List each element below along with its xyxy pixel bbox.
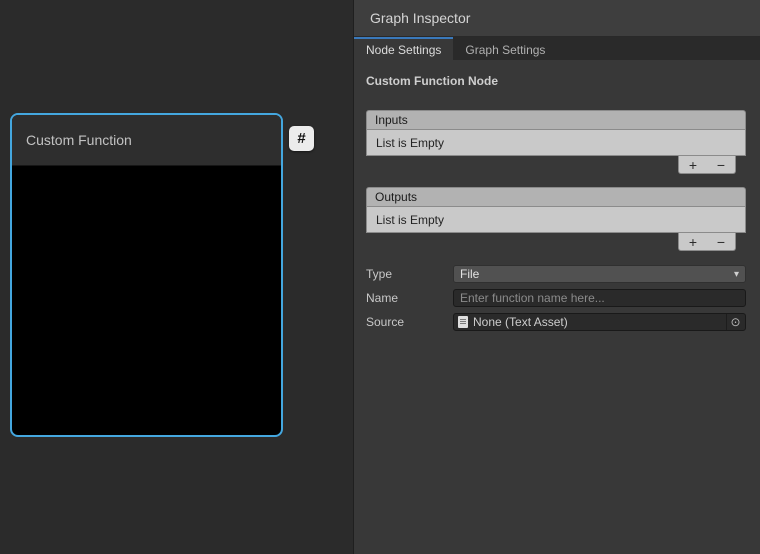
inputs-list: Inputs List is Empty + − bbox=[366, 110, 746, 176]
inspector-title: Graph Inspector bbox=[370, 10, 470, 26]
hash-glyph: # bbox=[297, 130, 305, 147]
type-dropdown-value: File bbox=[460, 267, 734, 281]
inspector-header[interactable]: Graph Inspector bbox=[354, 0, 760, 37]
hash-badge-icon[interactable]: # bbox=[289, 126, 314, 151]
outputs-list-body: List is Empty bbox=[366, 207, 746, 233]
field-rows: Type File ▾ Name Source None (Text Asset… bbox=[366, 265, 746, 331]
source-label: Source bbox=[366, 315, 453, 329]
text-asset-icon bbox=[458, 316, 468, 328]
type-dropdown[interactable]: File ▾ bbox=[453, 265, 746, 283]
node-title: Custom Function bbox=[26, 132, 132, 148]
function-name-input[interactable] bbox=[453, 289, 746, 307]
source-field-row: Source None (Text Asset) ⊙ bbox=[366, 313, 746, 331]
outputs-list-title: Outputs bbox=[375, 190, 417, 204]
name-field-row: Name bbox=[366, 289, 746, 307]
outputs-add-button[interactable]: + bbox=[679, 233, 707, 250]
outputs-empty-text: List is Empty bbox=[376, 213, 444, 227]
outputs-list-footer: + − bbox=[366, 233, 746, 253]
inputs-list-body: List is Empty bbox=[366, 130, 746, 156]
name-label: Name bbox=[366, 291, 453, 305]
tab-node-settings-label: Node Settings bbox=[366, 43, 441, 57]
graph-canvas[interactable]: Custom Function # bbox=[0, 0, 354, 554]
outputs-list-header[interactable]: Outputs bbox=[366, 187, 746, 207]
source-object-field[interactable]: None (Text Asset) ⊙ bbox=[453, 313, 746, 331]
inspector-content: Custom Function Node Inputs List is Empt… bbox=[354, 60, 760, 331]
outputs-remove-button[interactable]: − bbox=[707, 233, 735, 250]
inputs-remove-button[interactable]: − bbox=[707, 156, 735, 173]
tab-graph-settings[interactable]: Graph Settings bbox=[453, 37, 557, 60]
tab-node-settings[interactable]: Node Settings bbox=[354, 37, 453, 60]
inputs-list-header[interactable]: Inputs bbox=[366, 110, 746, 130]
outputs-list: Outputs List is Empty + − bbox=[366, 187, 746, 253]
section-title: Custom Function Node bbox=[366, 74, 746, 88]
tab-graph-settings-label: Graph Settings bbox=[465, 43, 545, 57]
source-object-value: None (Text Asset) bbox=[473, 315, 726, 329]
outputs-footer-buttons: + − bbox=[678, 233, 736, 251]
inspector-tabbar: Node Settings Graph Settings bbox=[354, 37, 760, 60]
inputs-list-title: Inputs bbox=[375, 113, 408, 127]
type-label: Type bbox=[366, 267, 453, 281]
inputs-footer-buttons: + − bbox=[678, 156, 736, 174]
object-picker-icon[interactable]: ⊙ bbox=[726, 314, 744, 330]
inputs-add-button[interactable]: + bbox=[679, 156, 707, 173]
chevron-down-icon: ▾ bbox=[734, 269, 739, 280]
inputs-list-footer: + − bbox=[366, 156, 746, 176]
custom-function-node[interactable]: Custom Function bbox=[10, 113, 283, 437]
graph-inspector-panel: Graph Inspector Node Settings Graph Sett… bbox=[353, 0, 760, 554]
node-header[interactable]: Custom Function bbox=[12, 115, 281, 166]
inputs-empty-text: List is Empty bbox=[376, 136, 444, 150]
type-field-row: Type File ▾ bbox=[366, 265, 746, 283]
